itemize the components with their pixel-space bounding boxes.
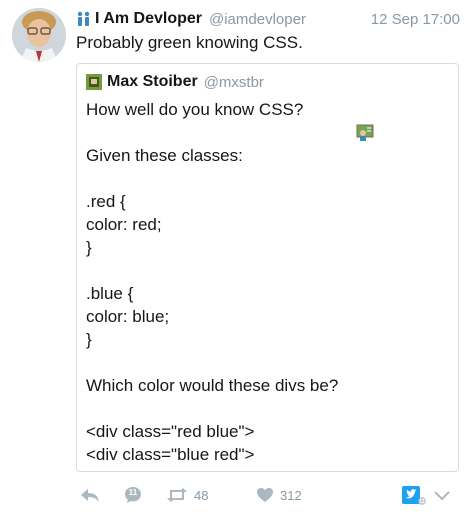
like-count: 312 (280, 487, 302, 503)
more-options-button[interactable] (434, 482, 450, 508)
chevron-down-icon (434, 489, 450, 501)
tweet-header: I Am Devloper @iamdevloper 12 Sep 17:00 (76, 8, 460, 30)
quoted-line: .blue { (86, 284, 134, 303)
quoted-line (86, 121, 338, 144)
quoted-line: <div class="red blue"> (86, 422, 255, 441)
display-name[interactable]: I Am Devloper (95, 10, 202, 28)
like-button[interactable]: 312 (256, 482, 302, 508)
twitter-source-button[interactable] (402, 482, 426, 508)
quoted-line (86, 397, 338, 420)
timestamp[interactable]: 12 Sep 17:00 (371, 11, 460, 28)
direct-message-icon: 11 (124, 486, 142, 504)
quoted-user-handle[interactable]: @mxstbr (204, 74, 264, 91)
quoted-line: <div class="blue red"> (86, 445, 255, 464)
retweet-button[interactable]: 48 (166, 482, 208, 508)
quoted-line (86, 167, 338, 190)
quoted-line (86, 259, 338, 282)
quoted-line: color: red; (86, 215, 162, 234)
quoted-line: How well do you know CSS? (86, 98, 374, 141)
family-icon (76, 11, 92, 27)
reply-button[interactable] (80, 482, 100, 508)
teacher-emoji-icon (308, 101, 374, 141)
quoted-tweet-header: Max Stoiber @mxstbr (86, 73, 264, 91)
quoted-avatar (86, 74, 102, 90)
quoted-line: color: blue; (86, 307, 170, 326)
quoted-line: } (86, 330, 92, 349)
heart-icon (256, 487, 274, 503)
tweet[interactable]: I Am Devloper @iamdevloper 12 Sep 17:00 … (0, 0, 474, 515)
tweet-text: Probably green knowing CSS. (76, 33, 303, 52)
twitter-bird-icon (402, 485, 426, 505)
retweet-icon (166, 487, 188, 503)
quoted-tweet-text: How well do you know CSS? Given these cl… (86, 98, 374, 466)
quoted-line: Which color would these divs be? (86, 376, 339, 395)
user-handle[interactable]: @iamdevloper (209, 11, 306, 28)
reply-icon (80, 487, 100, 503)
direct-message-button[interactable]: 11 (124, 482, 142, 508)
avatar[interactable] (12, 8, 66, 62)
quoted-display-name[interactable]: Max Stoiber (107, 73, 198, 91)
quoted-line: Given these classes: (86, 146, 243, 165)
quoted-tweet[interactable]: Max Stoiber @mxstbr How well do you know… (76, 63, 459, 472)
retweet-count: 48 (194, 487, 209, 503)
quoted-line: } (86, 238, 92, 257)
dm-badge: 11 (128, 488, 138, 497)
quoted-line (86, 351, 338, 374)
quoted-line: .red { (86, 192, 126, 211)
tweet-actions: 11 48 312 (76, 482, 460, 508)
